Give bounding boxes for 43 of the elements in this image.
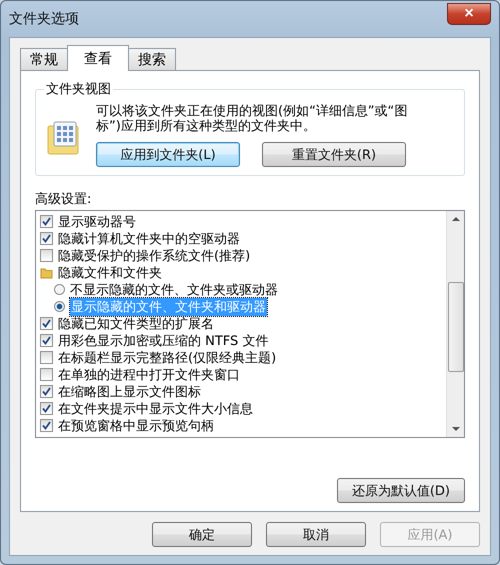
option-label: 在缩略图上显示文件图标 <box>58 384 201 400</box>
checkbox[interactable] <box>40 351 53 364</box>
folder-button[interactable]: 重置文件夹(R) <box>262 142 406 167</box>
scroll-down-icon <box>452 426 460 432</box>
dialog-button[interactable]: 取消 <box>266 522 366 547</box>
option-label: 在预览窗格中显示预览句柄 <box>58 418 214 434</box>
tab[interactable]: 搜索 <box>128 48 176 70</box>
radio-button[interactable] <box>54 284 65 295</box>
restore-defaults-button[interactable]: 还原为默认值(D) <box>336 478 465 503</box>
option-label: 在单独的进程中打开文件夹窗口 <box>58 366 240 384</box>
description-text: 可以将该文件夹正在使用的视图(例如“详细信息”或“图标”)应用到所有这种类型的文件夹中。 <box>96 104 408 134</box>
checkbox[interactable] <box>40 402 53 415</box>
checkbox[interactable] <box>40 334 53 347</box>
section-label: 高级设置: <box>35 191 92 208</box>
option-label: 显示驱动器号 <box>58 214 136 230</box>
radio-button[interactable] <box>54 301 65 312</box>
tab[interactable]: 查看 <box>67 45 129 71</box>
option-label: 在文件夹提示中显示文件大小信息 <box>58 400 253 418</box>
checkbox[interactable] <box>40 215 53 228</box>
checkbox[interactable] <box>40 419 53 432</box>
option-label: 隐藏受保护的操作系统文件(推荐) <box>58 248 250 264</box>
group-title: 文件夹视图 <box>44 80 113 98</box>
option-label: 隐藏已知文件类型的扩展名 <box>58 316 214 332</box>
scroll-up-icon <box>452 216 460 222</box>
folder-button[interactable]: 应用到文件夹(L) <box>96 142 240 167</box>
tab[interactable]: 常规 <box>20 48 68 70</box>
option-label: 隐藏计算机文件夹中的空驱动器 <box>58 230 240 248</box>
scroll-thumb[interactable] <box>448 282 464 372</box>
dialog-button[interactable]: 确定 <box>152 522 252 547</box>
option-label: 在标题栏显示完整路径(仅限经典主题) <box>58 350 276 366</box>
checkbox[interactable] <box>40 232 53 245</box>
checkbox[interactable] <box>40 317 53 330</box>
scrollbar[interactable] <box>446 211 464 437</box>
close-button[interactable]: × <box>447 3 491 25</box>
checkbox[interactable] <box>40 385 53 398</box>
folder-icon <box>40 266 53 279</box>
option-label: 不显示隐藏的文件、文件夹或驱动器 <box>70 282 278 298</box>
option-label: 显示隐藏的文件、文件夹和驱动器 <box>70 298 267 316</box>
group-label: 隐藏文件和文件夹 <box>58 264 162 282</box>
checkbox[interactable] <box>40 368 53 381</box>
option-label: 用彩色显示加密或压缩的 NTFS 文件 <box>58 332 268 350</box>
checkbox[interactable] <box>40 249 53 262</box>
window-title: 文件夹选项 <box>9 10 79 28</box>
